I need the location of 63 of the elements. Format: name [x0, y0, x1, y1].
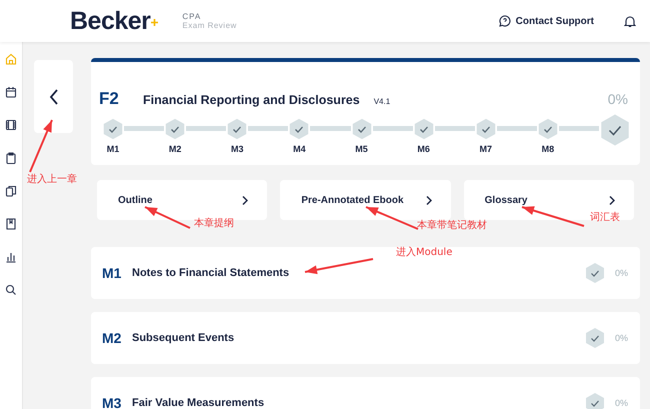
- film-icon[interactable]: [4, 118, 18, 132]
- chevron-right-icon: [608, 194, 616, 206]
- module-step-label: M5: [355, 144, 368, 154]
- module-code: M1: [102, 265, 122, 281]
- module-progress: 0%: [614, 268, 628, 278]
- module-step-label: M3: [230, 144, 244, 154]
- chevron-left-icon: [48, 88, 60, 106]
- module-step-label: M2: [168, 144, 182, 154]
- module-check-icon[interactable]: [164, 117, 186, 141]
- chapter-title: Financial Reporting and Disclosures: [143, 93, 360, 107]
- module-progress: 0%: [614, 333, 628, 343]
- annotation-arrow: [522, 206, 584, 227]
- contact-support-link[interactable]: Contact Support: [498, 15, 594, 27]
- annotation-arrow: [304, 258, 374, 274]
- module-code: M2: [102, 330, 122, 346]
- module-row[interactable]: M3 Fair Value Measurements 0%: [91, 377, 640, 409]
- module-check-icon[interactable]: [412, 117, 435, 141]
- annotation-note: 本章带笔记教材: [417, 218, 487, 232]
- book-icon[interactable]: [4, 217, 18, 231]
- logo-text[interactable]: Becker: [70, 6, 150, 36]
- notification-bell-icon[interactable]: [624, 14, 636, 28]
- module-title: Subsequent Events: [132, 332, 234, 344]
- annotation-note: 进入Module: [396, 246, 452, 259]
- module-check-icon[interactable]: [350, 117, 372, 141]
- chapter-code: F2: [99, 89, 120, 109]
- copy-icon[interactable]: [4, 184, 18, 198]
- version-label: V4.1: [374, 97, 390, 106]
- chevron-right-icon: [241, 194, 250, 206]
- chevron-right-icon: [424, 194, 433, 206]
- plus-icon: [151, 18, 158, 26]
- module-check-icon[interactable]: [226, 117, 248, 141]
- module-check-icon[interactable]: [102, 117, 124, 141]
- module-check-icon[interactable]: [288, 117, 310, 141]
- chapter-check-icon: [599, 112, 631, 148]
- check-icon: [584, 327, 605, 349]
- search-icon[interactable]: [4, 283, 18, 297]
- module-check-icon[interactable]: [536, 117, 559, 141]
- annotation-arrow: [366, 206, 418, 230]
- annotation-arrow: [144, 206, 190, 229]
- module-progress: 0%: [614, 398, 628, 408]
- module-step-label: M6: [417, 144, 430, 154]
- module-title: Notes to Financial Statements: [132, 267, 290, 279]
- product-name: CPA: [182, 12, 202, 21]
- module-check-icon[interactable]: [474, 117, 497, 141]
- product-subtitle: Exam Review: [182, 21, 237, 30]
- clipboard-icon[interactable]: [4, 151, 18, 165]
- bar-chart-icon[interactable]: [4, 250, 18, 264]
- check-icon: [584, 262, 605, 284]
- module-step-label: M8: [542, 144, 554, 154]
- previous-chapter-button[interactable]: [34, 60, 73, 133]
- annotation-arrow: [29, 120, 53, 172]
- resource-link-card[interactable]: Pre-Annotated Ebook: [280, 180, 451, 220]
- module-title: Fair Value Measurements: [132, 397, 264, 409]
- check-icon: [584, 392, 605, 409]
- chapter-progress: 0%: [608, 91, 628, 107]
- module-row[interactable]: M2 Subsequent Events 0%: [91, 312, 640, 364]
- module-step-label: M4: [293, 144, 306, 154]
- help-chat-icon: [498, 15, 511, 27]
- module-code: M3: [102, 395, 122, 409]
- calendar-icon[interactable]: [4, 85, 18, 99]
- module-step-label: M7: [479, 144, 492, 154]
- module-step-label: M1: [106, 144, 120, 154]
- annotation-note: 进入上一章: [27, 172, 77, 186]
